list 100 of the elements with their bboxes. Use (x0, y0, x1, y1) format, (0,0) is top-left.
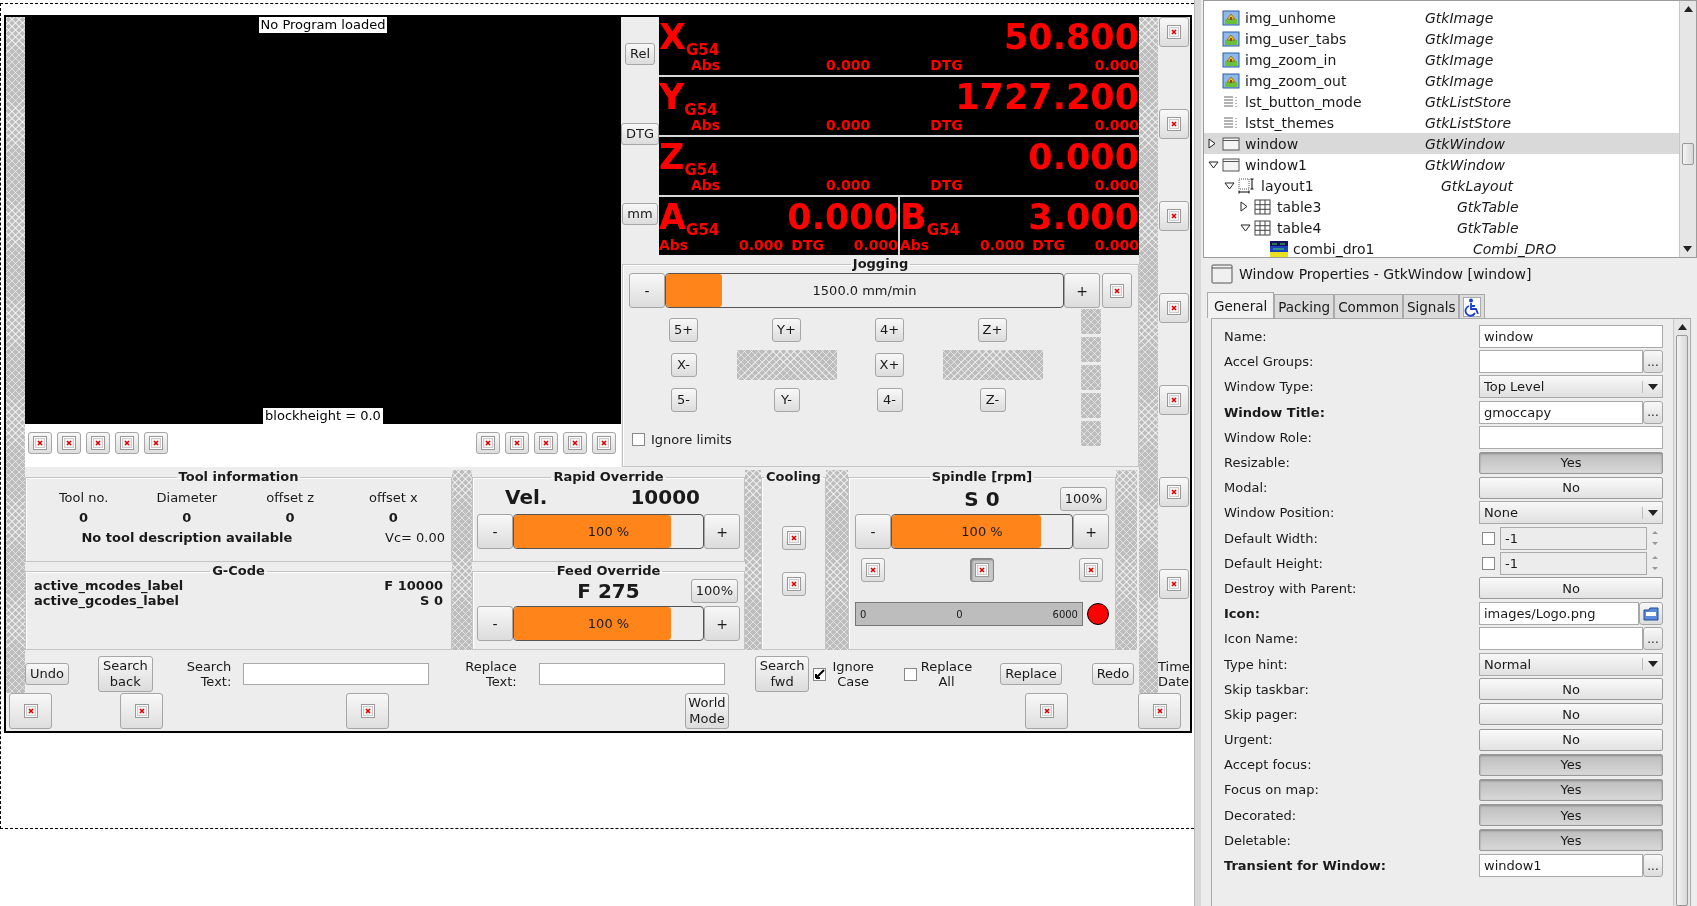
toggle-button[interactable]: Yes (1479, 753, 1663, 776)
jog-button[interactable]: X+ (874, 352, 905, 377)
image-button[interactable] (120, 693, 163, 729)
increase-button[interactable]: + (704, 514, 740, 549)
tree-row[interactable]: lstst_themes GtkListStore (1204, 112, 1679, 133)
text-field[interactable] (1479, 350, 1643, 374)
toggle-button[interactable]: Yes (1479, 778, 1663, 801)
image-button[interactable] (1138, 693, 1181, 729)
image-button[interactable] (1159, 201, 1189, 231)
tab[interactable]: Common (1334, 294, 1403, 318)
redo-button[interactable]: Redo (1091, 663, 1135, 685)
decrease-button[interactable]: - (855, 514, 891, 549)
tree-row[interactable]: table3 GtkTable (1204, 196, 1679, 217)
checkbox[interactable] (903, 667, 917, 681)
image-button[interactable] (534, 431, 558, 454)
image-button[interactable] (1159, 109, 1189, 139)
search-back-button[interactable]: Search back (97, 656, 153, 692)
scrollbar[interactable] (1679, 1, 1696, 257)
image-button[interactable] (781, 526, 806, 550)
tab[interactable] (1459, 294, 1486, 318)
tree-row[interactable]: img_user_tabs GtkImage (1204, 28, 1679, 49)
text-field[interactable] (1479, 425, 1663, 449)
search-forward-button[interactable]: Search fwd (754, 656, 810, 692)
scrollbar-thumb[interactable] (1676, 335, 1688, 906)
expander-collapsed-icon[interactable] (1208, 138, 1216, 149)
undo-button[interactable]: Undo (25, 663, 69, 685)
image-button[interactable] (144, 431, 168, 454)
image-button[interactable] (1159, 17, 1189, 47)
jog-button[interactable]: 4- (876, 387, 903, 412)
text-field[interactable]: window1 (1479, 854, 1643, 878)
slider-track[interactable]: 100 % (891, 514, 1073, 549)
browse-button[interactable]: ... (1643, 627, 1663, 651)
scrollbar-thumb[interactable] (1682, 143, 1694, 165)
image-button[interactable] (346, 693, 389, 729)
toggle-button[interactable]: No (1479, 577, 1663, 600)
jog-button[interactable]: Z+ (977, 317, 1008, 342)
reset-button[interactable]: 100% (690, 579, 738, 603)
tree-row[interactable]: window GtkWindow (1204, 133, 1679, 154)
tree-row[interactable]: lst_button_mode GtkListStore (1204, 91, 1679, 112)
tree-row[interactable]: img_zoom_in GtkImage (1204, 49, 1679, 70)
search-field[interactable] (243, 663, 430, 685)
tab[interactable]: Signals (1402, 294, 1460, 318)
checkbox[interactable] (1482, 556, 1495, 570)
toggle-button[interactable]: Yes (1479, 451, 1663, 474)
slider-track[interactable]: 100 % (513, 606, 704, 641)
tab[interactable]: Packing (1274, 294, 1335, 318)
spin-field[interactable]: -1 (1500, 551, 1647, 575)
toggle-button[interactable]: No (1479, 728, 1663, 751)
scroll-down-icon[interactable] (1682, 245, 1693, 253)
tree-row[interactable]: layout1 GtkLayout (1204, 175, 1679, 196)
spin-arrows-icon[interactable] (1651, 554, 1659, 573)
world-mode-button[interactable]: World Mode (685, 693, 729, 729)
checkbox[interactable] (632, 433, 645, 446)
decrease-button[interactable]: - (477, 606, 513, 641)
expander-expanded-icon[interactable] (1224, 181, 1235, 190)
expander-expanded-icon[interactable] (1208, 160, 1219, 169)
browse-button[interactable]: ... (1643, 854, 1663, 878)
jog-button[interactable]: 4+ (874, 317, 905, 342)
image-button[interactable] (9, 693, 52, 729)
toggle-button[interactable]: Yes (1479, 829, 1663, 852)
image-button[interactable] (1159, 569, 1189, 599)
browse-button[interactable]: ... (1643, 350, 1663, 374)
image-button[interactable] (1102, 273, 1132, 308)
scrollbar[interactable] (1673, 319, 1690, 906)
dropdown[interactable]: None (1479, 501, 1663, 525)
dropdown[interactable]: Top Level (1479, 375, 1663, 399)
replace-field[interactable] (538, 663, 725, 685)
slider-track[interactable]: 100 % (513, 514, 704, 549)
image-button[interactable] (86, 431, 110, 454)
spin-field[interactable]: -1 (1500, 526, 1647, 550)
dro-mode-button[interactable]: Rel (624, 43, 656, 65)
dro-mode-button[interactable]: DTG (621, 123, 659, 145)
image-button[interactable] (781, 572, 806, 596)
image-button[interactable] (1159, 293, 1189, 323)
decrease-button[interactable]: - (629, 273, 665, 308)
image-button[interactable] (970, 558, 994, 582)
jog-button[interactable]: X- (670, 352, 697, 377)
jog-button[interactable]: 5+ (668, 317, 699, 342)
increase-button[interactable]: + (1064, 273, 1100, 308)
jog-button[interactable]: Y+ (772, 317, 801, 342)
increase-button[interactable]: + (704, 606, 740, 641)
expander-expanded-icon[interactable] (1240, 223, 1251, 232)
tree-row[interactable]: img_unhome GtkImage (1204, 7, 1679, 28)
open-file-button[interactable] (1639, 602, 1663, 626)
image-button[interactable] (57, 431, 81, 454)
image-button[interactable] (1159, 385, 1189, 415)
tree-row[interactable]: window1 GtkWindow (1204, 154, 1679, 175)
browse-button[interactable]: ... (1643, 400, 1663, 424)
spin-arrows-icon[interactable] (1651, 529, 1659, 548)
increase-button[interactable]: + (1073, 514, 1109, 549)
jog-button[interactable]: Z- (979, 387, 1006, 412)
text-field[interactable]: gmoccapy (1479, 400, 1643, 424)
image-button[interactable] (1025, 693, 1068, 729)
tree-row[interactable]: table4 GtkTable (1204, 217, 1679, 238)
image-button[interactable] (861, 558, 885, 582)
image-button[interactable] (563, 431, 587, 454)
checkbox[interactable] (1482, 531, 1495, 545)
tree-row[interactable]: combi_dro1 Combi_DRO (1204, 238, 1679, 259)
file-path-field[interactable]: images/Logo.png (1479, 602, 1639, 626)
toggle-button[interactable]: No (1479, 678, 1663, 701)
